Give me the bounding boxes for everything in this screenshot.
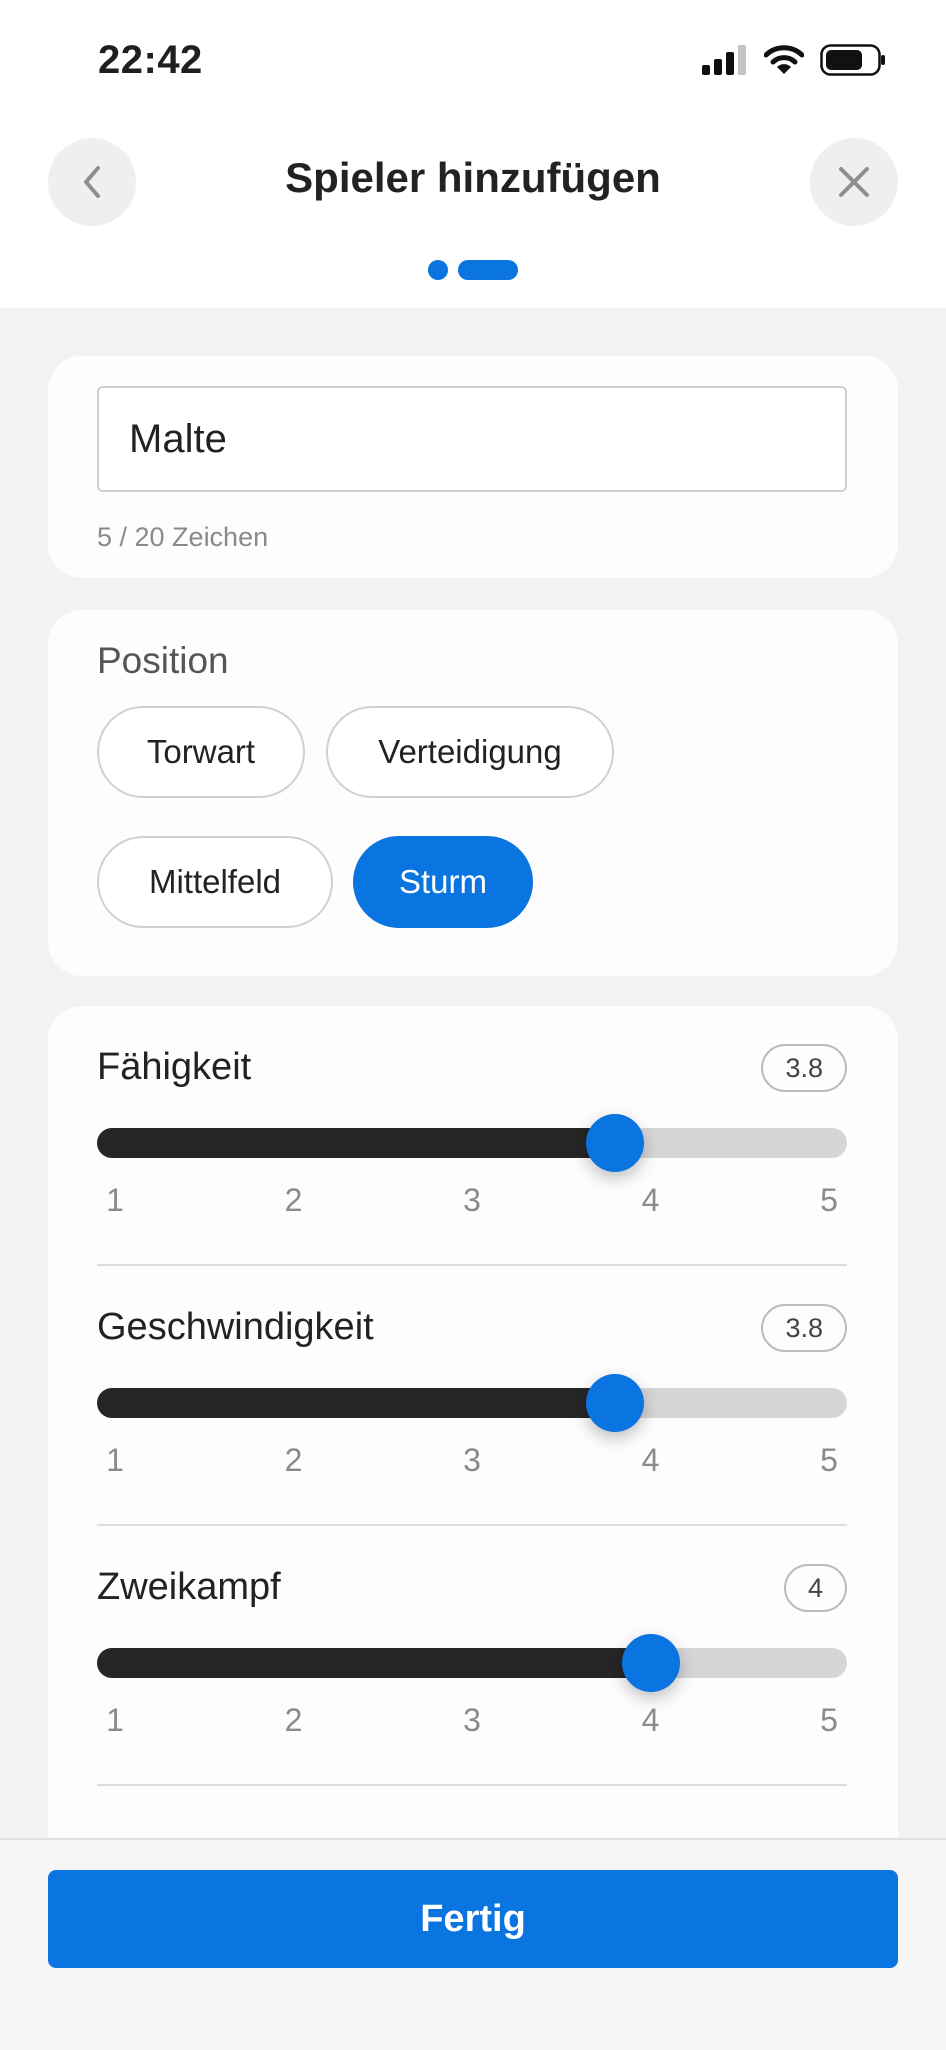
status-icons	[702, 44, 886, 76]
slider-ticks: 1 2 3 4 5	[97, 1702, 847, 1742]
divider	[97, 1784, 847, 1786]
skill-slider[interactable]	[97, 1114, 847, 1172]
skill-row: Geschwindigkeit 3.8 1 2 3 4 5	[97, 1266, 847, 1526]
tick-label: 5	[820, 1702, 838, 1738]
page-title: Spieler hinzufügen	[285, 154, 661, 201]
step-2-indicator-active	[458, 260, 518, 280]
tick-label: 2	[284, 1442, 303, 1478]
slider-thumb[interactable]	[585, 1114, 644, 1172]
tick-label: 5	[820, 1442, 838, 1478]
tick-label: 2	[284, 1182, 303, 1218]
slider-fill	[97, 1128, 615, 1158]
top-bar: 22:42 Spieler hinzufügen	[0, 0, 946, 308]
bottom-bar: Fertig	[0, 1838, 946, 2050]
skill-value-badge: 4	[783, 1564, 847, 1612]
tick-label: 1	[106, 1442, 124, 1478]
position-card: Position Torwart Verteidigung Mittelfeld…	[48, 610, 898, 976]
skill-name: Fähigkeit	[97, 1046, 252, 1088]
skill-row: Zweikampf 4 1 2 3 4 5	[97, 1526, 847, 1786]
skill-name: Zweikampf	[97, 1566, 281, 1608]
skills-card: Fähigkeit 3.8 1 2 3 4 5 Geschwindigkeit …	[48, 1006, 898, 1906]
tick-label: 1	[106, 1182, 124, 1218]
tick-label: 2	[284, 1702, 303, 1738]
skill-name: Geschwindigkeit	[97, 1306, 374, 1348]
skill-row: Fähigkeit 3.8 1 2 3 4 5	[97, 1006, 847, 1266]
step-1-indicator	[428, 260, 448, 280]
position-label: Position	[97, 640, 229, 681]
battery-icon	[820, 44, 885, 76]
slider-thumb[interactable]	[585, 1374, 644, 1432]
slider-fill	[97, 1648, 651, 1678]
cellular-signal-icon	[702, 45, 746, 75]
wifi-icon	[764, 45, 804, 74]
slider-fill	[97, 1388, 615, 1418]
close-icon	[839, 167, 869, 197]
slider-ticks: 1 2 3 4 5	[97, 1442, 847, 1482]
tick-label: 4	[641, 1442, 660, 1478]
name-card: 5 / 20 Zeichen	[48, 356, 898, 578]
position-chip-verteidigung[interactable]: Verteidigung	[326, 706, 614, 798]
step-indicator	[428, 260, 518, 280]
tick-label: 4	[641, 1702, 660, 1738]
tick-label: 3	[463, 1182, 481, 1218]
position-chip-mittelfeld[interactable]: Mittelfeld	[97, 836, 333, 928]
tick-label: 5	[820, 1182, 838, 1218]
character-counter: 5 / 20 Zeichen	[97, 522, 269, 552]
skill-slider[interactable]	[97, 1374, 847, 1432]
slider-thumb[interactable]	[621, 1634, 680, 1692]
tick-label: 4	[641, 1182, 660, 1218]
close-button[interactable]	[810, 138, 898, 226]
skill-slider[interactable]	[97, 1634, 847, 1692]
done-button[interactable]: Fertig	[48, 1870, 898, 1968]
status-time: 22:42	[98, 38, 203, 82]
skill-value-badge: 3.8	[761, 1304, 847, 1352]
player-name-input[interactable]	[97, 386, 847, 492]
slider-ticks: 1 2 3 4 5	[97, 1182, 847, 1222]
position-chip-sturm[interactable]: Sturm	[353, 836, 533, 928]
position-chip-torwart[interactable]: Torwart	[97, 706, 305, 798]
tick-label: 1	[106, 1702, 124, 1738]
skill-value-badge: 3.8	[761, 1044, 847, 1092]
tick-label: 3	[463, 1702, 481, 1738]
tick-label: 3	[463, 1442, 481, 1478]
